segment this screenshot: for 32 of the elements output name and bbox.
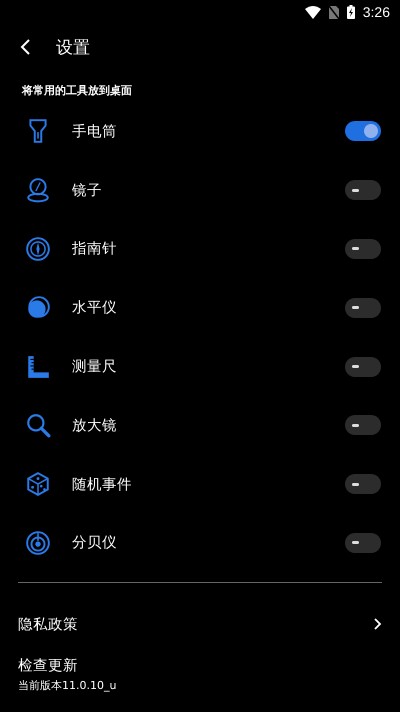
toggle-switch[interactable] [345, 532, 381, 553]
privacy-policy-item[interactable]: 隐私政策 [18, 604, 382, 644]
dice-icon [25, 471, 51, 498]
tool-label: 测量尺 [72, 358, 118, 376]
chevron-right-icon [374, 618, 382, 630]
no-sim-icon [328, 6, 339, 18]
battery-icon [346, 5, 355, 19]
tool-label: 放大镜 [72, 416, 118, 435]
section-title: 将常用的工具放到桌面 [20, 83, 133, 99]
tool-label: 指南针 [72, 240, 118, 258]
toggle-switch[interactable] [345, 356, 381, 377]
tool-label: 镜子 [72, 182, 103, 200]
page-title: 设置 [56, 36, 90, 58]
toggle-switch[interactable] [345, 121, 381, 142]
toggle-switch[interactable] [345, 474, 381, 494]
wifi-icon [304, 6, 321, 18]
toggle-switch[interactable] [345, 238, 381, 259]
compass-icon [25, 236, 51, 262]
clock-time: 3:26 [362, 4, 390, 20]
tool-label: 水平仪 [72, 299, 118, 318]
search-icon [25, 412, 51, 438]
check-update-label: 检查更新 [18, 656, 79, 676]
compact-mirror-icon [25, 177, 51, 204]
tool-label: 随机事件 [72, 476, 133, 494]
check-update-item[interactable]: 检查更新 当前版本11.0.10_u [18, 656, 116, 694]
toggle-switch[interactable] [345, 180, 381, 200]
tool-label: 手电筒 [72, 122, 118, 141]
toggle-switch[interactable] [345, 298, 381, 318]
tool-label: 分贝仪 [72, 534, 118, 552]
toggle-switch[interactable] [345, 415, 381, 436]
decibel-meter-icon [25, 530, 51, 556]
version-text: 当前版本11.0.10_u [18, 678, 116, 694]
